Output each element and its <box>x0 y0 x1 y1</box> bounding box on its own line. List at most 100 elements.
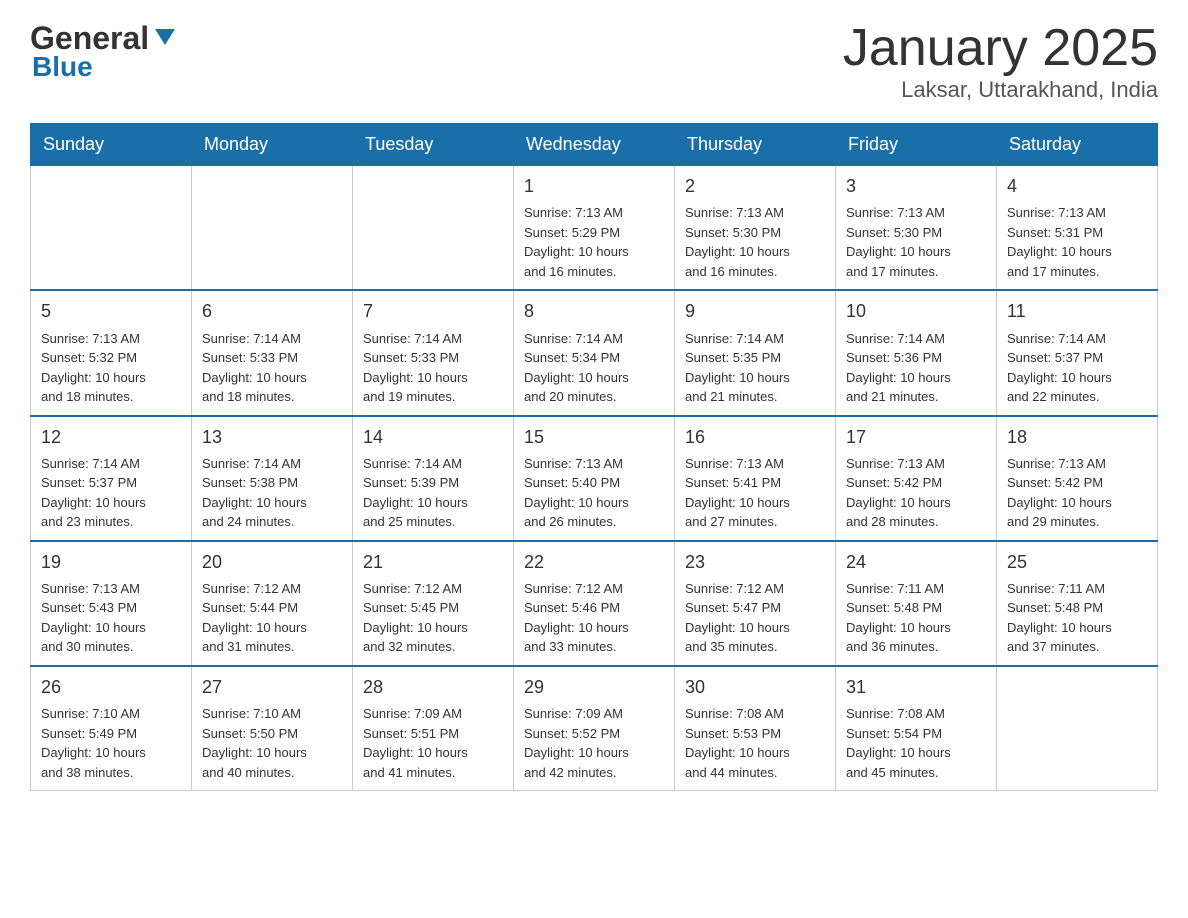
calendar-week-row: 19Sunrise: 7:13 AM Sunset: 5:43 PM Dayli… <box>31 541 1158 666</box>
day-info: Sunrise: 7:12 AM Sunset: 5:47 PM Dayligh… <box>685 579 825 657</box>
table-row: 24Sunrise: 7:11 AM Sunset: 5:48 PM Dayli… <box>836 541 997 666</box>
day-number: 6 <box>202 299 342 324</box>
calendar-week-row: 12Sunrise: 7:14 AM Sunset: 5:37 PM Dayli… <box>31 416 1158 541</box>
title-section: January 2025 Laksar, Uttarakhand, India <box>843 20 1158 103</box>
day-info: Sunrise: 7:10 AM Sunset: 5:49 PM Dayligh… <box>41 704 181 782</box>
day-info: Sunrise: 7:13 AM Sunset: 5:40 PM Dayligh… <box>524 454 664 532</box>
table-row <box>353 166 514 291</box>
table-row: 15 Sunrise: 7:13 AM Sunset: 5:40 PM Dayli… <box>514 416 675 541</box>
table-row: 14Sunrise: 7:14 AM Sunset: 5:39 PM Dayli… <box>353 416 514 541</box>
day-number: 16 <box>685 425 825 450</box>
table-row: 8 Sunrise: 7:14 AM Sunset: 5:34 PM Daylig… <box>514 290 675 415</box>
day-number: 9 <box>685 299 825 324</box>
col-tuesday: Tuesday <box>353 124 514 166</box>
day-info: Sunrise: 7:13 AM Sunset: 5:30 PM Dayligh… <box>685 203 825 281</box>
calendar-table: Sunday Monday Tuesday Wednesday Thursday… <box>30 123 1158 791</box>
day-number: 28 <box>363 675 503 700</box>
table-row: 12Sunrise: 7:14 AM Sunset: 5:37 PM Dayli… <box>31 416 192 541</box>
table-row <box>192 166 353 291</box>
table-row: 4 Sunrise: 7:13 AM Sunset: 5:31 PM Daylig… <box>997 166 1158 291</box>
col-saturday: Saturday <box>997 124 1158 166</box>
table-row: 21Sunrise: 7:12 AM Sunset: 5:45 PM Dayli… <box>353 541 514 666</box>
logo: General Blue <box>30 20 179 83</box>
table-row: 18Sunrise: 7:13 AM Sunset: 5:42 PM Dayli… <box>997 416 1158 541</box>
table-row: 31 Sunrise: 7:08 AM Sunset: 5:54 PM Dayli… <box>836 666 997 791</box>
day-info: Sunrise: 7:09 AM Sunset: 5:52 PM Dayligh… <box>524 704 664 782</box>
table-row: 10 Sunrise: 7:14 AM Sunset: 5:36 PM Dayli… <box>836 290 997 415</box>
calendar-week-row: 5 Sunrise: 7:13 AM Sunset: 5:32 PM Daylig… <box>31 290 1158 415</box>
day-number: 4 <box>1007 174 1147 199</box>
logo-triangle-icon <box>151 23 179 51</box>
day-info: Sunrise: 7:14 AM Sunset: 5:37 PM Dayligh… <box>1007 329 1147 407</box>
day-info: Sunrise: 7:13 AM Sunset: 5:30 PM Dayligh… <box>846 203 986 281</box>
day-number: 7 <box>363 299 503 324</box>
day-number: 5 <box>41 299 181 324</box>
day-info: Sunrise: 7:14 AM Sunset: 5:33 PM Dayligh… <box>363 329 503 407</box>
day-info: Sunrise: 7:14 AM Sunset: 5:34 PM Dayligh… <box>524 329 664 407</box>
day-info: Sunrise: 7:13 AM Sunset: 5:42 PM Dayligh… <box>846 454 986 532</box>
table-row <box>997 666 1158 791</box>
table-row: 19Sunrise: 7:13 AM Sunset: 5:43 PM Dayli… <box>31 541 192 666</box>
table-row: 6 Sunrise: 7:14 AM Sunset: 5:33 PM Daylig… <box>192 290 353 415</box>
day-number: 3 <box>846 174 986 199</box>
calendar-header-row: Sunday Monday Tuesday Wednesday Thursday… <box>31 124 1158 166</box>
day-number: 29 <box>524 675 664 700</box>
table-row: 9 Sunrise: 7:14 AM Sunset: 5:35 PM Daylig… <box>675 290 836 415</box>
day-number: 2 <box>685 174 825 199</box>
day-info: Sunrise: 7:11 AM Sunset: 5:48 PM Dayligh… <box>1007 579 1147 657</box>
day-info: Sunrise: 7:08 AM Sunset: 5:53 PM Dayligh… <box>685 704 825 782</box>
day-info: Sunrise: 7:14 AM Sunset: 5:38 PM Dayligh… <box>202 454 342 532</box>
day-info: Sunrise: 7:13 AM Sunset: 5:31 PM Dayligh… <box>1007 203 1147 281</box>
table-row: 16Sunrise: 7:13 AM Sunset: 5:41 PM Dayli… <box>675 416 836 541</box>
day-info: Sunrise: 7:08 AM Sunset: 5:54 PM Dayligh… <box>846 704 986 782</box>
logo-blue-text: Blue <box>32 51 93 83</box>
page-header: General Blue January 2025 Laksar, Uttara… <box>30 20 1158 103</box>
calendar-week-row: 26 Sunrise: 7:10 AM Sunset: 5:49 PM Dayli… <box>31 666 1158 791</box>
table-row: 27 Sunrise: 7:10 AM Sunset: 5:50 PM Dayli… <box>192 666 353 791</box>
table-row: 30 Sunrise: 7:08 AM Sunset: 5:53 PM Dayli… <box>675 666 836 791</box>
day-number: 26 <box>41 675 181 700</box>
day-number: 30 <box>685 675 825 700</box>
col-thursday: Thursday <box>675 124 836 166</box>
day-number: 15 <box>524 425 664 450</box>
table-row: 13 Sunrise: 7:14 AM Sunset: 5:38 PM Dayli… <box>192 416 353 541</box>
day-number: 17 <box>846 425 986 450</box>
table-row: 2 Sunrise: 7:13 AM Sunset: 5:30 PM Daylig… <box>675 166 836 291</box>
day-number: 14 <box>363 425 503 450</box>
table-row: 25 Sunrise: 7:11 AM Sunset: 5:48 PM Dayli… <box>997 541 1158 666</box>
day-number: 20 <box>202 550 342 575</box>
day-number: 8 <box>524 299 664 324</box>
location-subtitle: Laksar, Uttarakhand, India <box>843 77 1158 103</box>
table-row: 26 Sunrise: 7:10 AM Sunset: 5:49 PM Dayli… <box>31 666 192 791</box>
day-number: 10 <box>846 299 986 324</box>
day-info: Sunrise: 7:09 AM Sunset: 5:51 PM Dayligh… <box>363 704 503 782</box>
table-row: 11Sunrise: 7:14 AM Sunset: 5:37 PM Dayli… <box>997 290 1158 415</box>
day-info: Sunrise: 7:14 AM Sunset: 5:33 PM Dayligh… <box>202 329 342 407</box>
table-row: 28 Sunrise: 7:09 AM Sunset: 5:51 PM Dayli… <box>353 666 514 791</box>
table-row: 5 Sunrise: 7:13 AM Sunset: 5:32 PM Daylig… <box>31 290 192 415</box>
day-info: Sunrise: 7:14 AM Sunset: 5:37 PM Dayligh… <box>41 454 181 532</box>
day-info: Sunrise: 7:14 AM Sunset: 5:36 PM Dayligh… <box>846 329 986 407</box>
table-row: 29 Sunrise: 7:09 AM Sunset: 5:52 PM Dayli… <box>514 666 675 791</box>
day-info: Sunrise: 7:13 AM Sunset: 5:29 PM Dayligh… <box>524 203 664 281</box>
day-number: 22 <box>524 550 664 575</box>
day-number: 24 <box>846 550 986 575</box>
table-row: 3 Sunrise: 7:13 AM Sunset: 5:30 PM Daylig… <box>836 166 997 291</box>
table-row: 7 Sunrise: 7:14 AM Sunset: 5:33 PM Daylig… <box>353 290 514 415</box>
day-number: 27 <box>202 675 342 700</box>
table-row: 1 Sunrise: 7:13 AM Sunset: 5:29 PM Daylig… <box>514 166 675 291</box>
day-info: Sunrise: 7:10 AM Sunset: 5:50 PM Dayligh… <box>202 704 342 782</box>
day-number: 31 <box>846 675 986 700</box>
day-info: Sunrise: 7:13 AM Sunset: 5:32 PM Dayligh… <box>41 329 181 407</box>
day-info: Sunrise: 7:14 AM Sunset: 5:35 PM Dayligh… <box>685 329 825 407</box>
day-number: 13 <box>202 425 342 450</box>
day-number: 25 <box>1007 550 1147 575</box>
calendar-week-row: 1 Sunrise: 7:13 AM Sunset: 5:29 PM Daylig… <box>31 166 1158 291</box>
day-number: 1 <box>524 174 664 199</box>
month-year-title: January 2025 <box>843 20 1158 77</box>
day-info: Sunrise: 7:13 AM Sunset: 5:43 PM Dayligh… <box>41 579 181 657</box>
day-number: 23 <box>685 550 825 575</box>
table-row <box>31 166 192 291</box>
table-row: 22Sunrise: 7:12 AM Sunset: 5:46 PM Dayli… <box>514 541 675 666</box>
col-monday: Monday <box>192 124 353 166</box>
